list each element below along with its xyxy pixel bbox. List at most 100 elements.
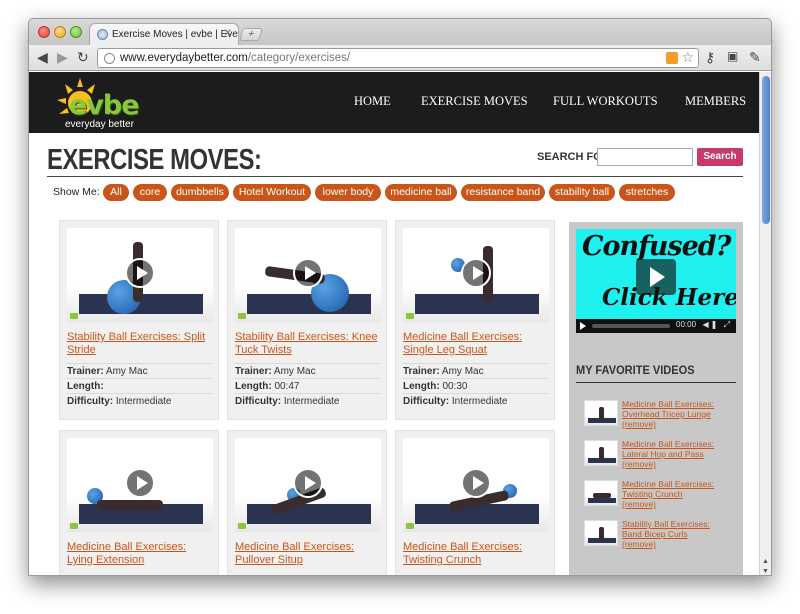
search-input[interactable] — [597, 148, 693, 166]
difficulty-value: Intermediate — [115, 396, 172, 407]
remove-favorite-link[interactable]: (remove) — [622, 539, 656, 549]
video-title-link[interactable]: Medicine Ball Exercises: Pullover Situp — [235, 541, 383, 567]
video-title-link[interactable]: Medicine Ball Exercises: Single Leg Squa… — [403, 331, 551, 357]
search-button[interactable]: Search — [697, 148, 743, 166]
favorite-title[interactable]: Medicine Ball Exercises: Lateral Hop and… — [622, 439, 714, 459]
play-icon[interactable] — [461, 258, 491, 288]
volume-fullscreen-icons[interactable]: ◀❚ ⤢ — [703, 320, 732, 330]
address-bar[interactable]: www.everydaybetter.com/category/exercise… — [97, 48, 699, 68]
favorite-link[interactable]: Medicine Ball Exercises: Lateral Hop and… — [622, 439, 722, 469]
seek-bar[interactable] — [592, 324, 670, 328]
length-label: Length: — [403, 381, 440, 392]
bookmark-star-icon[interactable]: ☆ — [681, 49, 694, 66]
nav-exercise-moves[interactable]: EXERCISE MOVES — [421, 94, 528, 109]
zoom-window-button[interactable] — [70, 26, 82, 38]
remove-favorite-link[interactable]: (remove) — [622, 499, 656, 509]
video-play-icon[interactable] — [636, 259, 676, 295]
favorite-item: Stability Ball Exercises: Band Bicep Cur… — [584, 519, 734, 556]
play-icon[interactable] — [461, 468, 491, 498]
play-icon[interactable] — [293, 468, 323, 498]
play-icon[interactable] — [125, 468, 155, 498]
favorite-link[interactable]: Stability Ball Exercises: Band Bicep Cur… — [622, 519, 722, 549]
video-thumbnail[interactable] — [67, 228, 213, 322]
video-card: Medicine Ball Exercises: Lying Extension — [59, 430, 219, 575]
filter-resistance-band[interactable]: resistance band — [461, 184, 545, 201]
favorite-link[interactable]: Medicine Ball Exercises: Twisting Crunch… — [622, 479, 722, 509]
browser-tab[interactable]: Exercise Moves | evbe | Ever ✕ — [89, 23, 239, 45]
nav-full-workouts[interactable]: FULL WORKOUTS — [553, 94, 658, 109]
minimize-window-button[interactable] — [54, 26, 66, 38]
length-label: Length: — [235, 381, 272, 392]
favorite-item: Medicine Ball Exercises: Twisting Crunch… — [584, 479, 734, 516]
trainer-label: Trainer: — [235, 366, 272, 377]
filter-hotel-workout[interactable]: Hotel Workout — [233, 184, 311, 201]
rss-icon[interactable] — [666, 52, 678, 64]
filter-stability-ball[interactable]: stability ball — [549, 184, 615, 201]
favorite-title[interactable]: Medicine Ball Exercises: Overhead Tricep… — [622, 399, 714, 419]
close-window-button[interactable] — [38, 26, 50, 38]
logo-mark-icon — [238, 523, 246, 529]
scroll-up-arrow-icon[interactable]: ▲ — [762, 558, 769, 565]
filter-all[interactable]: All — [103, 184, 129, 201]
logo-subtitle: everyday better — [65, 119, 134, 130]
wrench-icon[interactable]: ✎ — [749, 49, 761, 66]
help-video-player[interactable]: Confused? Click Here 00:00 ◀❚ ⤢ — [576, 229, 736, 333]
remove-favorite-link[interactable]: (remove) — [622, 419, 656, 429]
nav-members[interactable]: MEMBERS — [685, 94, 746, 109]
filter-stretches[interactable]: stretches — [619, 184, 675, 201]
globe-icon — [97, 29, 108, 40]
difficulty-value: Intermediate — [451, 396, 508, 407]
favorite-title[interactable]: Stability Ball Exercises: Band Bicep Cur… — [622, 519, 710, 539]
filter-medicine-ball[interactable]: medicine ball — [385, 184, 457, 201]
video-controls: 00:00 ◀❚ ⤢ — [576, 319, 736, 333]
favorite-thumbnail[interactable] — [584, 440, 618, 466]
filter-lower-body[interactable]: lower body — [315, 184, 381, 201]
logo-text: evbe — [69, 90, 140, 121]
reload-icon[interactable]: ↻ — [77, 49, 89, 65]
favorite-thumbnail[interactable] — [584, 520, 618, 546]
video-thumbnail[interactable] — [403, 438, 549, 532]
favorite-link[interactable]: Medicine Ball Exercises: Overhead Tricep… — [622, 399, 722, 429]
back-arrow-icon[interactable]: ◀ — [37, 49, 48, 65]
video-thumbnail[interactable] — [235, 438, 381, 532]
page-menu-icon[interactable]: ▣ — [727, 49, 738, 63]
vertical-scrollbar[interactable]: ▲ ▼ — [759, 72, 771, 575]
video-card: Medicine Ball Exercises: Twisting Crunch — [395, 430, 555, 575]
favorite-thumbnail[interactable] — [584, 400, 618, 426]
scroll-down-arrow-icon[interactable]: ▼ — [762, 568, 769, 575]
trainer-row: Trainer: Amy Mac — [235, 363, 381, 378]
filter-dumbbells[interactable]: dumbbells — [171, 184, 229, 201]
length-label: Length: — [67, 381, 104, 392]
video-thumbnail[interactable] — [403, 228, 549, 322]
remove-favorite-link[interactable]: (remove) — [622, 459, 656, 469]
video-title-link[interactable]: Medicine Ball Exercises: Lying Extension — [67, 541, 215, 567]
play-icon[interactable] — [125, 258, 155, 288]
filter-core[interactable]: core — [133, 184, 167, 201]
logo-mark-icon — [406, 313, 414, 319]
video-title-link[interactable]: Medicine Ball Exercises: Twisting Crunch — [403, 541, 551, 567]
video-title-link[interactable]: Stability Ball Exercises: Split Stride — [67, 331, 215, 357]
difficulty-value: Intermediate — [283, 396, 340, 407]
exercise-mat — [247, 504, 371, 524]
logo-mark-icon — [70, 523, 78, 529]
length-row: Length: — [67, 378, 213, 393]
new-tab-button[interactable]: + — [239, 28, 263, 41]
scrollbar-thumb[interactable] — [762, 76, 770, 224]
browser-toolbar: ◀ ▶ ↻ www.everydaybetter.com/category/ex… — [29, 45, 771, 71]
favorite-title[interactable]: Medicine Ball Exercises: Twisting Crunch — [622, 479, 714, 499]
forward-arrow-icon[interactable]: ▶ — [57, 49, 68, 65]
play-icon[interactable] — [293, 258, 323, 288]
tab-close-icon[interactable]: ✕ — [224, 28, 232, 39]
video-thumbnail[interactable] — [67, 438, 213, 532]
trainer-value: Amy Mac — [441, 366, 484, 377]
video-title-link[interactable]: Stability Ball Exercises: Knee Tuck Twis… — [235, 331, 383, 357]
favorite-thumbnail[interactable] — [584, 480, 618, 506]
control-play-icon[interactable] — [580, 322, 586, 330]
evbe-logo[interactable]: evbe everyday better — [55, 74, 140, 132]
tab-title: Exercise Moves | evbe | Ever — [112, 29, 239, 40]
browser-window: Exercise Moves | evbe | Ever ✕ + ◀ ▶ ↻ w… — [28, 18, 772, 576]
video-thumbnail[interactable] — [235, 228, 381, 322]
nav-home[interactable]: HOME — [354, 94, 391, 109]
wrench-key-icon[interactable]: ⚷ — [705, 49, 715, 66]
page-viewport: evbe everyday better HOME EXERCISE MOVES… — [29, 72, 761, 575]
